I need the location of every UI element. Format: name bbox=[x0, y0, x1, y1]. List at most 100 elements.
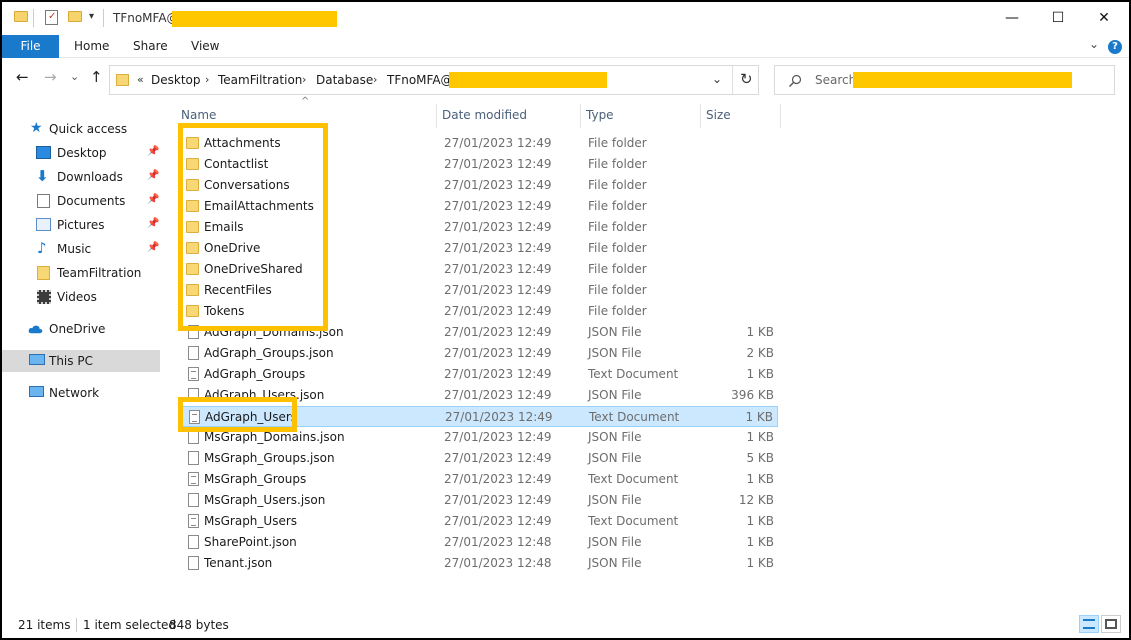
sidebar-item-label: Pictures bbox=[57, 218, 105, 232]
breadcrumb-tfnomfa[interactable]: TFnoMFA@ bbox=[387, 73, 453, 87]
column-header-name[interactable]: Name bbox=[181, 108, 216, 122]
folder-row[interactable]: Contactlist 27/01/2023 12:49 File folder bbox=[178, 154, 778, 175]
file-row[interactable]: MsGraph_Groups.json 27/01/2023 12:49 JSON … bbox=[178, 448, 778, 469]
new-folder-icon[interactable] bbox=[68, 11, 82, 22]
file-size: 12 KB bbox=[738, 493, 774, 507]
ribbon-collapse-icon[interactable]: ⌄ bbox=[1089, 37, 1099, 51]
file-date-modified: 27/01/2023 12:49 bbox=[444, 472, 552, 486]
sidebar-item-downloads[interactable]: ⬇ Downloads 📌 bbox=[2, 166, 160, 188]
sidebar-item-desktop[interactable]: Desktop 📌 bbox=[2, 142, 160, 164]
file-row[interactable]: AdGraph_Groups 27/01/2023 12:49 Text Docum… bbox=[178, 364, 778, 385]
column-header-date[interactable]: Date modified bbox=[442, 108, 527, 122]
sidebar-item-network[interactable]: Network bbox=[2, 382, 160, 404]
folder-row[interactable]: RecentFiles 27/01/2023 12:49 File folder bbox=[178, 280, 778, 301]
help-icon[interactable]: ? bbox=[1108, 40, 1122, 54]
sidebar-item-label: Downloads bbox=[57, 170, 123, 184]
search-placeholder: Search bbox=[815, 73, 857, 87]
sidebar-item-music[interactable]: ♪ Music 📌 bbox=[2, 238, 160, 260]
folder-row[interactable]: OneDrive 27/01/2023 12:49 File folder bbox=[178, 238, 778, 259]
breadcrumb-separator-icon[interactable]: › bbox=[373, 73, 377, 86]
column-divider[interactable] bbox=[780, 104, 781, 128]
breadcrumb-separator-icon[interactable]: › bbox=[302, 73, 306, 86]
pin-icon[interactable]: 📌 bbox=[147, 146, 159, 157]
folder-row[interactable]: Tokens 27/01/2023 12:49 File folder bbox=[178, 301, 778, 322]
file-row[interactable]: MsGraph_Users.json 27/01/2023 12:49 JSON F… bbox=[178, 490, 778, 511]
maximize-button[interactable]: ☐ bbox=[1035, 2, 1081, 34]
sidebar-item-label: TeamFiltration bbox=[57, 266, 142, 280]
file-name: Tenant.json bbox=[204, 556, 273, 570]
file-date-modified: 27/01/2023 12:49 bbox=[444, 514, 552, 528]
file-row[interactable]: Tenant.json 27/01/2023 12:48 JSON File 1 KB bbox=[178, 553, 778, 574]
address-bar[interactable]: « Desktop › TeamFiltration › Database › … bbox=[109, 65, 759, 95]
file-date-modified: 27/01/2023 12:48 bbox=[444, 556, 552, 570]
text-document-icon bbox=[188, 514, 199, 528]
file-row[interactable]: AdGraph_Groups.json 27/01/2023 12:49 JSON … bbox=[178, 343, 778, 364]
folder-row[interactable]: Emails 27/01/2023 12:49 File folder bbox=[178, 217, 778, 238]
folder-row[interactable]: OneDriveShared 27/01/2023 12:49 File folde… bbox=[178, 259, 778, 280]
tab-view[interactable]: View bbox=[191, 35, 219, 58]
forward-icon[interactable]: → bbox=[44, 68, 57, 86]
customize-toolbar-icon[interactable]: ▾ bbox=[89, 11, 94, 22]
pin-icon[interactable]: 📌 bbox=[147, 194, 159, 205]
tab-file[interactable]: File bbox=[2, 35, 59, 58]
breadcrumb-database[interactable]: Database bbox=[316, 73, 373, 87]
large-icons-view-button[interactable] bbox=[1101, 615, 1121, 633]
refresh-icon[interactable]: ↻ bbox=[740, 70, 753, 88]
folder-row[interactable]: EmailAttachments 27/01/2023 12:49 File fol… bbox=[178, 196, 778, 217]
json-file-icon bbox=[188, 346, 199, 360]
file-row[interactable]: MsGraph_Users 27/01/2023 12:49 Text Docume… bbox=[178, 511, 778, 532]
recent-locations-icon[interactable]: ⌄ bbox=[70, 70, 79, 83]
file-row[interactable]: MsGraph_Domains.json 27/01/2023 12:49 JSON… bbox=[178, 427, 778, 448]
breadcrumb-overflow-icon[interactable]: « bbox=[137, 73, 144, 86]
sidebar-item-videos[interactable]: Videos bbox=[2, 286, 160, 308]
file-name: EmailAttachments bbox=[204, 199, 314, 213]
file-name: MsGraph_Groups bbox=[204, 472, 307, 486]
tab-home[interactable]: Home bbox=[74, 35, 109, 58]
file-name: RecentFiles bbox=[204, 283, 272, 297]
file-type: JSON File bbox=[588, 388, 642, 402]
column-divider[interactable] bbox=[580, 104, 581, 128]
back-icon[interactable]: ← bbox=[16, 68, 29, 86]
text-document-icon bbox=[188, 367, 199, 381]
pin-icon[interactable]: 📌 bbox=[147, 218, 159, 229]
tab-share[interactable]: Share bbox=[133, 35, 168, 58]
file-name: Conversations bbox=[204, 178, 290, 192]
file-date-modified: 27/01/2023 12:49 bbox=[444, 346, 552, 360]
file-row[interactable]: SharePoint.json 27/01/2023 12:48 JSON File… bbox=[178, 532, 778, 553]
file-type: JSON File bbox=[588, 556, 642, 570]
sidebar-item-this-pc[interactable]: This PC bbox=[2, 350, 160, 372]
file-row[interactable]: AdGraph_Users.json 27/01/2023 12:49 JSON F… bbox=[178, 385, 778, 406]
column-divider[interactable] bbox=[436, 104, 437, 128]
file-date-modified: 27/01/2023 12:49 bbox=[444, 367, 552, 381]
folder-row[interactable]: Attachments 27/01/2023 12:49 File folder bbox=[178, 133, 778, 154]
minimize-button[interactable]: — bbox=[989, 2, 1035, 34]
pin-icon[interactable]: 📌 bbox=[147, 242, 159, 253]
sidebar-item-quick-access[interactable]: ★ Quick access bbox=[2, 118, 160, 140]
sidebar-item-documents[interactable]: Documents 📌 bbox=[2, 190, 160, 212]
file-type: File folder bbox=[588, 262, 647, 276]
column-header-type[interactable]: Type bbox=[586, 108, 614, 122]
file-row[interactable]: MsGraph_Groups 27/01/2023 12:49 Text Docum… bbox=[178, 469, 778, 490]
search-icon bbox=[789, 74, 802, 87]
file-row[interactable]: AdGraph_Domains.json 27/01/2023 12:49 JSON… bbox=[178, 322, 778, 343]
pin-icon[interactable]: 📌 bbox=[147, 170, 159, 181]
file-type: File folder bbox=[588, 220, 647, 234]
file-row[interactable]: AdGraph_Users 27/01/2023 12:49 Text Docume… bbox=[178, 406, 778, 427]
column-divider[interactable] bbox=[700, 104, 701, 128]
sidebar-item-onedrive[interactable]: OneDrive bbox=[2, 318, 160, 340]
sidebar-item-teamfiltration[interactable]: TeamFiltration bbox=[2, 262, 160, 284]
close-button[interactable]: ✕ bbox=[1081, 2, 1127, 34]
breadcrumb-separator-icon[interactable]: › bbox=[205, 73, 209, 86]
address-dropdown-icon[interactable]: ⌄ bbox=[712, 72, 722, 86]
file-date-modified: 27/01/2023 12:49 bbox=[445, 410, 553, 424]
folder-row[interactable]: Conversations 27/01/2023 12:49 File folder bbox=[178, 175, 778, 196]
up-icon[interactable]: ↑ bbox=[90, 68, 103, 86]
search-input[interactable]: Search bbox=[774, 65, 1115, 95]
breadcrumb-desktop[interactable]: Desktop bbox=[151, 73, 201, 87]
sidebar-item-pictures[interactable]: Pictures 📌 bbox=[2, 214, 160, 236]
details-view-button[interactable] bbox=[1079, 615, 1099, 633]
properties-icon[interactable]: ✓ bbox=[45, 10, 58, 25]
breadcrumb-teamfiltration[interactable]: TeamFiltration bbox=[218, 73, 302, 87]
sidebar-item-label: Network bbox=[49, 386, 100, 400]
column-header-size[interactable]: Size bbox=[706, 108, 731, 122]
